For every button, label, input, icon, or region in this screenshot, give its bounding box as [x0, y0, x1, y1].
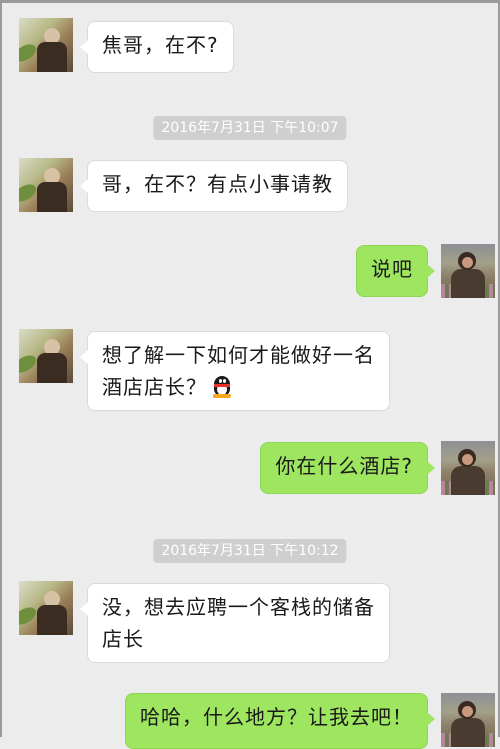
message-text-line: 店长: [102, 627, 144, 651]
qq-penguin-icon: [211, 374, 233, 398]
user-avatar[interactable]: [441, 441, 495, 495]
top-border: [2, 0, 498, 3]
message-text: 你在什么酒店?: [275, 454, 413, 478]
message-text-line: 酒店店长？: [102, 375, 207, 399]
timestamp: 2016年7月31日 下午10:07: [153, 116, 347, 140]
message-bubble-outgoing[interactable]: 你在什么酒店?: [260, 442, 435, 494]
contact-avatar[interactable]: [19, 158, 73, 212]
message-bubble-outgoing[interactable]: 哈哈，什么地方？让我去吧！: [125, 693, 435, 749]
message-bubble-incoming[interactable]: 想了解一下如何才能做好一名 酒店店长？: [80, 331, 390, 411]
message-bubble-incoming[interactable]: 没，想去应聘一个客栈的储备 店长: [80, 583, 390, 663]
message-bubble-incoming[interactable]: 哥，在不？有点小事请教: [80, 160, 348, 212]
message-text-line: 没，想去应聘一个客栈的储备: [102, 595, 375, 619]
user-avatar[interactable]: [441, 244, 495, 298]
message-bubble-incoming[interactable]: 焦哥，在不?: [80, 21, 234, 73]
message-bubble-outgoing[interactable]: 说吧: [356, 245, 435, 297]
message-text: 焦哥，在不?: [102, 33, 219, 57]
message-text: 哥，在不？有点小事请教: [102, 172, 333, 196]
message-text: 哈哈，什么地方？让我去吧！: [140, 705, 413, 729]
timestamp: 2016年7月31日 下午10:12: [153, 539, 347, 563]
contact-avatar[interactable]: [19, 581, 73, 635]
user-avatar[interactable]: [441, 693, 495, 747]
message-text: 说吧: [371, 257, 413, 281]
contact-avatar[interactable]: [19, 18, 73, 72]
contact-avatar[interactable]: [19, 329, 73, 383]
message-text-line: 想了解一下如何才能做好一名: [102, 343, 375, 367]
